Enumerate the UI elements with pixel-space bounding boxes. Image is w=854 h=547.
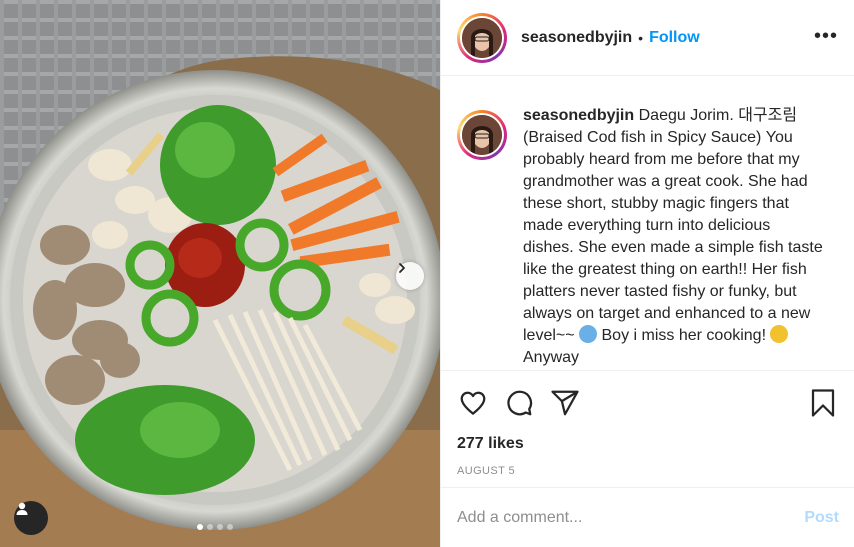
user-tag-icon xyxy=(16,502,28,515)
profile-photo xyxy=(462,115,502,155)
avatar[interactable] xyxy=(457,12,507,63)
caption-text: Daegu Jorim. 대구조림 (Braised Cod fish in S… xyxy=(523,107,823,344)
carousel-dot xyxy=(227,524,233,530)
more-options-icon[interactable]: ••• xyxy=(814,26,838,46)
profile-photo xyxy=(462,17,502,58)
caption-text-continued: Boy i miss her cooking! xyxy=(601,327,767,344)
next-photo-button[interactable] xyxy=(396,262,424,290)
post-actions: 277 likes AUGUST 5 xyxy=(441,370,854,477)
bookmark-icon xyxy=(811,389,835,417)
post-header: seasonedbyjin • Follow ••• xyxy=(441,0,854,76)
comment-form: Post xyxy=(441,487,854,547)
caption-username-link[interactable]: seasonedbyjin xyxy=(523,107,634,124)
comment-icon xyxy=(507,390,533,416)
save-button[interactable] xyxy=(807,387,839,419)
tagged-users-button[interactable] xyxy=(14,501,48,535)
share-button[interactable] xyxy=(549,387,581,419)
food-photo-illustration xyxy=(0,0,440,547)
post-comment-button[interactable]: Post xyxy=(804,509,839,527)
caption-text-continued: Anyway xyxy=(523,349,580,366)
post-photo[interactable] xyxy=(0,0,440,547)
chevron-right-icon xyxy=(399,263,405,273)
likes-count[interactable]: 277 likes xyxy=(457,435,839,453)
username-link[interactable]: seasonedbyjin xyxy=(521,29,632,47)
emoji-icon xyxy=(579,325,598,343)
post-date[interactable]: AUGUST 5 xyxy=(457,465,839,477)
follow-button[interactable]: Follow xyxy=(649,29,700,47)
carousel-dot xyxy=(217,524,223,530)
carousel-dot xyxy=(207,524,213,530)
heart-icon xyxy=(460,391,486,415)
like-button[interactable] xyxy=(457,387,489,419)
post-caption: seasonedbyjin Daegu Jorim. 대구조림 (Braised… xyxy=(523,105,823,366)
action-icons xyxy=(457,371,839,435)
post-details-panel: seasonedbyjin • Follow ••• seasonedbyjin… xyxy=(440,0,854,547)
carousel-indicator xyxy=(197,524,233,530)
comment-button[interactable] xyxy=(503,387,535,419)
carousel-dot xyxy=(197,524,203,530)
share-icon xyxy=(551,390,579,416)
emoji-icon xyxy=(770,325,789,343)
separator-dot: • xyxy=(638,29,644,46)
caption-section: seasonedbyjin Daegu Jorim. 대구조림 (Braised… xyxy=(441,76,854,366)
caption-avatar[interactable] xyxy=(457,110,507,160)
comment-input[interactable] xyxy=(457,508,805,527)
